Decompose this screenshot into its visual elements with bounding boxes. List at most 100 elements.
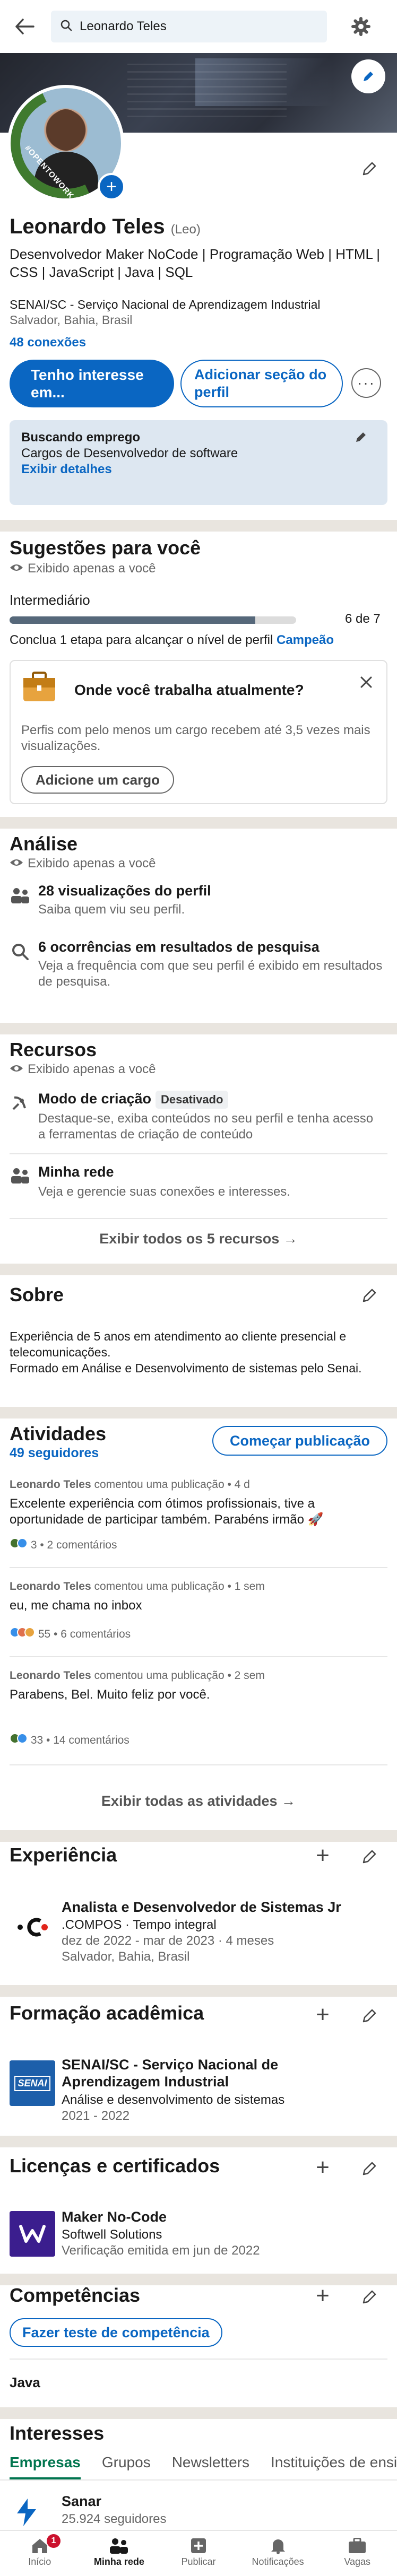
- edit-education-pencil-icon[interactable]: [358, 2004, 381, 2027]
- license-item[interactable]: Maker No-Code Softwell Solutions Verific…: [62, 2209, 391, 2267]
- add-section-button[interactable]: Adicionar seção do perfil: [180, 360, 343, 407]
- education-title: Formação acadêmica: [10, 2002, 204, 2024]
- see-all-resources-link[interactable]: Exibir todos os 5 recursos →: [0, 1231, 397, 1247]
- tab-newsletters[interactable]: Newsletters: [172, 2454, 249, 2477]
- add-license-button[interactable]: +: [311, 2156, 334, 2179]
- interests-title: Interesses: [10, 2422, 105, 2444]
- education-item[interactable]: SENAI/SC - Serviço Nacional de Aprendiza…: [62, 2056, 391, 2130]
- search-icon: [10, 941, 31, 962]
- suggestions-title: Sugestões para você: [10, 537, 201, 559]
- about-title: Sobre: [10, 1284, 64, 1306]
- activity-post[interactable]: Leonardo Teles comentou uma publicação •…: [10, 1477, 387, 1551]
- level-hint: Conclua 1 etapa para alcançar o nível de…: [10, 633, 334, 647]
- activity-title: Atividades: [10, 1423, 107, 1444]
- views-title: 28 visualizações do perfil: [38, 883, 211, 899]
- skill-item[interactable]: Java: [10, 2374, 40, 2390]
- plus-square-icon: [188, 2535, 209, 2556]
- satellite-dish-icon: [10, 1092, 31, 1113]
- eye-icon: [10, 561, 23, 576]
- my-network-desc: Veja e gerencie suas conexões e interess…: [38, 1185, 290, 1199]
- skill-assessment-button[interactable]: Fazer teste de competência: [10, 2318, 222, 2347]
- reactions-icon: [10, 1733, 28, 1744]
- search-appearances-item[interactable]: 6 ocorrências em resultados de pesquisa …: [10, 939, 387, 997]
- see-all-activity-link[interactable]: Exibir todas as atividades →: [0, 1793, 397, 1809]
- notification-badge: 1: [47, 2534, 61, 2548]
- nav-notifications[interactable]: Notificações: [238, 2531, 318, 2576]
- briefcase-icon: [22, 672, 56, 702]
- add-experience-button[interactable]: +: [311, 1844, 334, 1867]
- creator-mode-desc: Destaque-se, exiba conteúdos no seu perf…: [38, 1111, 374, 1142]
- search-value: Leonardo Teles: [80, 19, 167, 33]
- nav-post[interactable]: Publicar: [159, 2531, 238, 2576]
- search-input[interactable]: Leonardo Teles: [51, 11, 327, 42]
- experience-item[interactable]: Analista e Desenvolvedor de Sistemas Jr …: [62, 1899, 391, 1979]
- profile-headline: Desenvolvedor Maker NoCode | Programação…: [10, 246, 380, 280]
- skills-title: Competências: [10, 2284, 141, 2306]
- edit-cover-button[interactable]: [351, 59, 385, 93]
- my-network-item[interactable]: Minha rede Veja e gerencie suas conexões…: [10, 1164, 387, 1206]
- eye-icon: [10, 1062, 23, 1077]
- tab-companies[interactable]: Empresas: [10, 2454, 81, 2479]
- add-position-button[interactable]: Adicione um cargo: [21, 766, 174, 794]
- licenses-title: Licenças e certificados: [10, 2155, 220, 2177]
- start-post-button[interactable]: Começar publicação: [212, 1426, 387, 1456]
- analytics-title: Análise: [10, 833, 78, 855]
- followers-link[interactable]: 49 seguidores: [10, 1445, 99, 1461]
- top-bar: Leonardo Teles: [0, 0, 397, 53]
- close-icon[interactable]: [355, 671, 378, 694]
- about-text: Experiência de 5 anos em atendimento ao …: [10, 1329, 362, 1375]
- profile-progress-bar: [10, 616, 296, 624]
- add-skill-button[interactable]: +: [311, 2284, 334, 2308]
- search-icon: [61, 20, 72, 34]
- edit-licenses-pencil-icon[interactable]: [358, 2157, 381, 2180]
- suggestions-private: Exibido apenas a você: [10, 561, 156, 576]
- back-arrow-icon[interactable]: [12, 13, 38, 40]
- progress-label: 6 de 7: [345, 612, 381, 626]
- tab-groups[interactable]: Grupos: [102, 2454, 151, 2477]
- edit-about-pencil-icon[interactable]: [358, 1284, 381, 1307]
- people-icon: [10, 1165, 31, 1186]
- edit-skills-pencil-icon[interactable]: [358, 2285, 381, 2309]
- edit-otw-pencil-icon[interactable]: [349, 425, 373, 449]
- add-education-button[interactable]: +: [311, 2003, 334, 2026]
- interest-company-item[interactable]: Sanar 25.924 seguidores: [62, 2493, 391, 2530]
- otw-details-link[interactable]: Exibir detalhes: [21, 462, 376, 477]
- reactions-icon: [10, 1538, 28, 1548]
- tab-schools[interactable]: Instituições de ensino: [271, 2454, 397, 2477]
- activity-post[interactable]: Leonardo Teles comentou uma publicação •…: [10, 1668, 387, 1746]
- issuer-logo: [10, 2211, 55, 2257]
- nav-home[interactable]: Início 1: [0, 2531, 80, 2576]
- experience-title: Experiência: [10, 1844, 117, 1866]
- nav-my-network[interactable]: Minha rede: [80, 2531, 159, 2576]
- location: Salvador, Bahia, Brasil: [10, 313, 133, 327]
- profile-name: Leonardo Teles (Leo): [10, 215, 201, 238]
- creator-mode-title: Modo de criação Desativado: [38, 1091, 229, 1109]
- champion-link[interactable]: Campeão: [277, 633, 334, 647]
- open-to-work-card[interactable]: Buscando emprego Cargos de Desenvolvedor…: [10, 420, 387, 505]
- people-icon: [108, 2535, 130, 2556]
- otw-title: Buscando emprego: [21, 430, 141, 445]
- search-title: 6 ocorrências em resultados de pesquisa: [38, 939, 320, 955]
- job-suggestion-card: Onde você trabalha atualmente? Perfis co…: [10, 660, 387, 804]
- reactions-icon: [10, 1627, 35, 1638]
- edit-experience-pencil-icon[interactable]: [358, 1845, 381, 1868]
- job-card-title: Onde você trabalha atualmente?: [74, 682, 304, 698]
- interest-button[interactable]: Tenho interesse em...: [10, 360, 174, 407]
- nav-jobs[interactable]: Vagas: [317, 2531, 397, 2576]
- creator-mode-status-badge: Desativado: [156, 1091, 229, 1109]
- activity-post[interactable]: Leonardo Teles comentou uma publicação •…: [10, 1579, 387, 1640]
- otw-detail: Cargos de Desenvolvedor de software: [21, 446, 238, 460]
- connections-link[interactable]: 48 conexões: [10, 335, 86, 350]
- gear-icon[interactable]: [349, 15, 373, 38]
- resources-title: Recursos: [10, 1039, 97, 1060]
- interests-tabs: Empresas Grupos Newsletters Instituições…: [0, 2454, 397, 2486]
- profile-level: Intermediário: [10, 592, 90, 608]
- school-logo: SENAI: [10, 2060, 55, 2106]
- job-card-body: Perfis com pelo menos um cargo recebem a…: [21, 723, 370, 753]
- creator-mode-item[interactable]: Modo de criação Desativado Destaque-se, e…: [10, 1091, 387, 1149]
- profile-views-item[interactable]: 28 visualizações do perfil Saiba quem vi…: [10, 883, 387, 925]
- edit-profile-pencil-icon[interactable]: [358, 157, 381, 180]
- add-photo-button[interactable]: +: [98, 173, 125, 201]
- company-logo: [10, 1904, 55, 1950]
- more-options-button[interactable]: ···: [351, 368, 381, 398]
